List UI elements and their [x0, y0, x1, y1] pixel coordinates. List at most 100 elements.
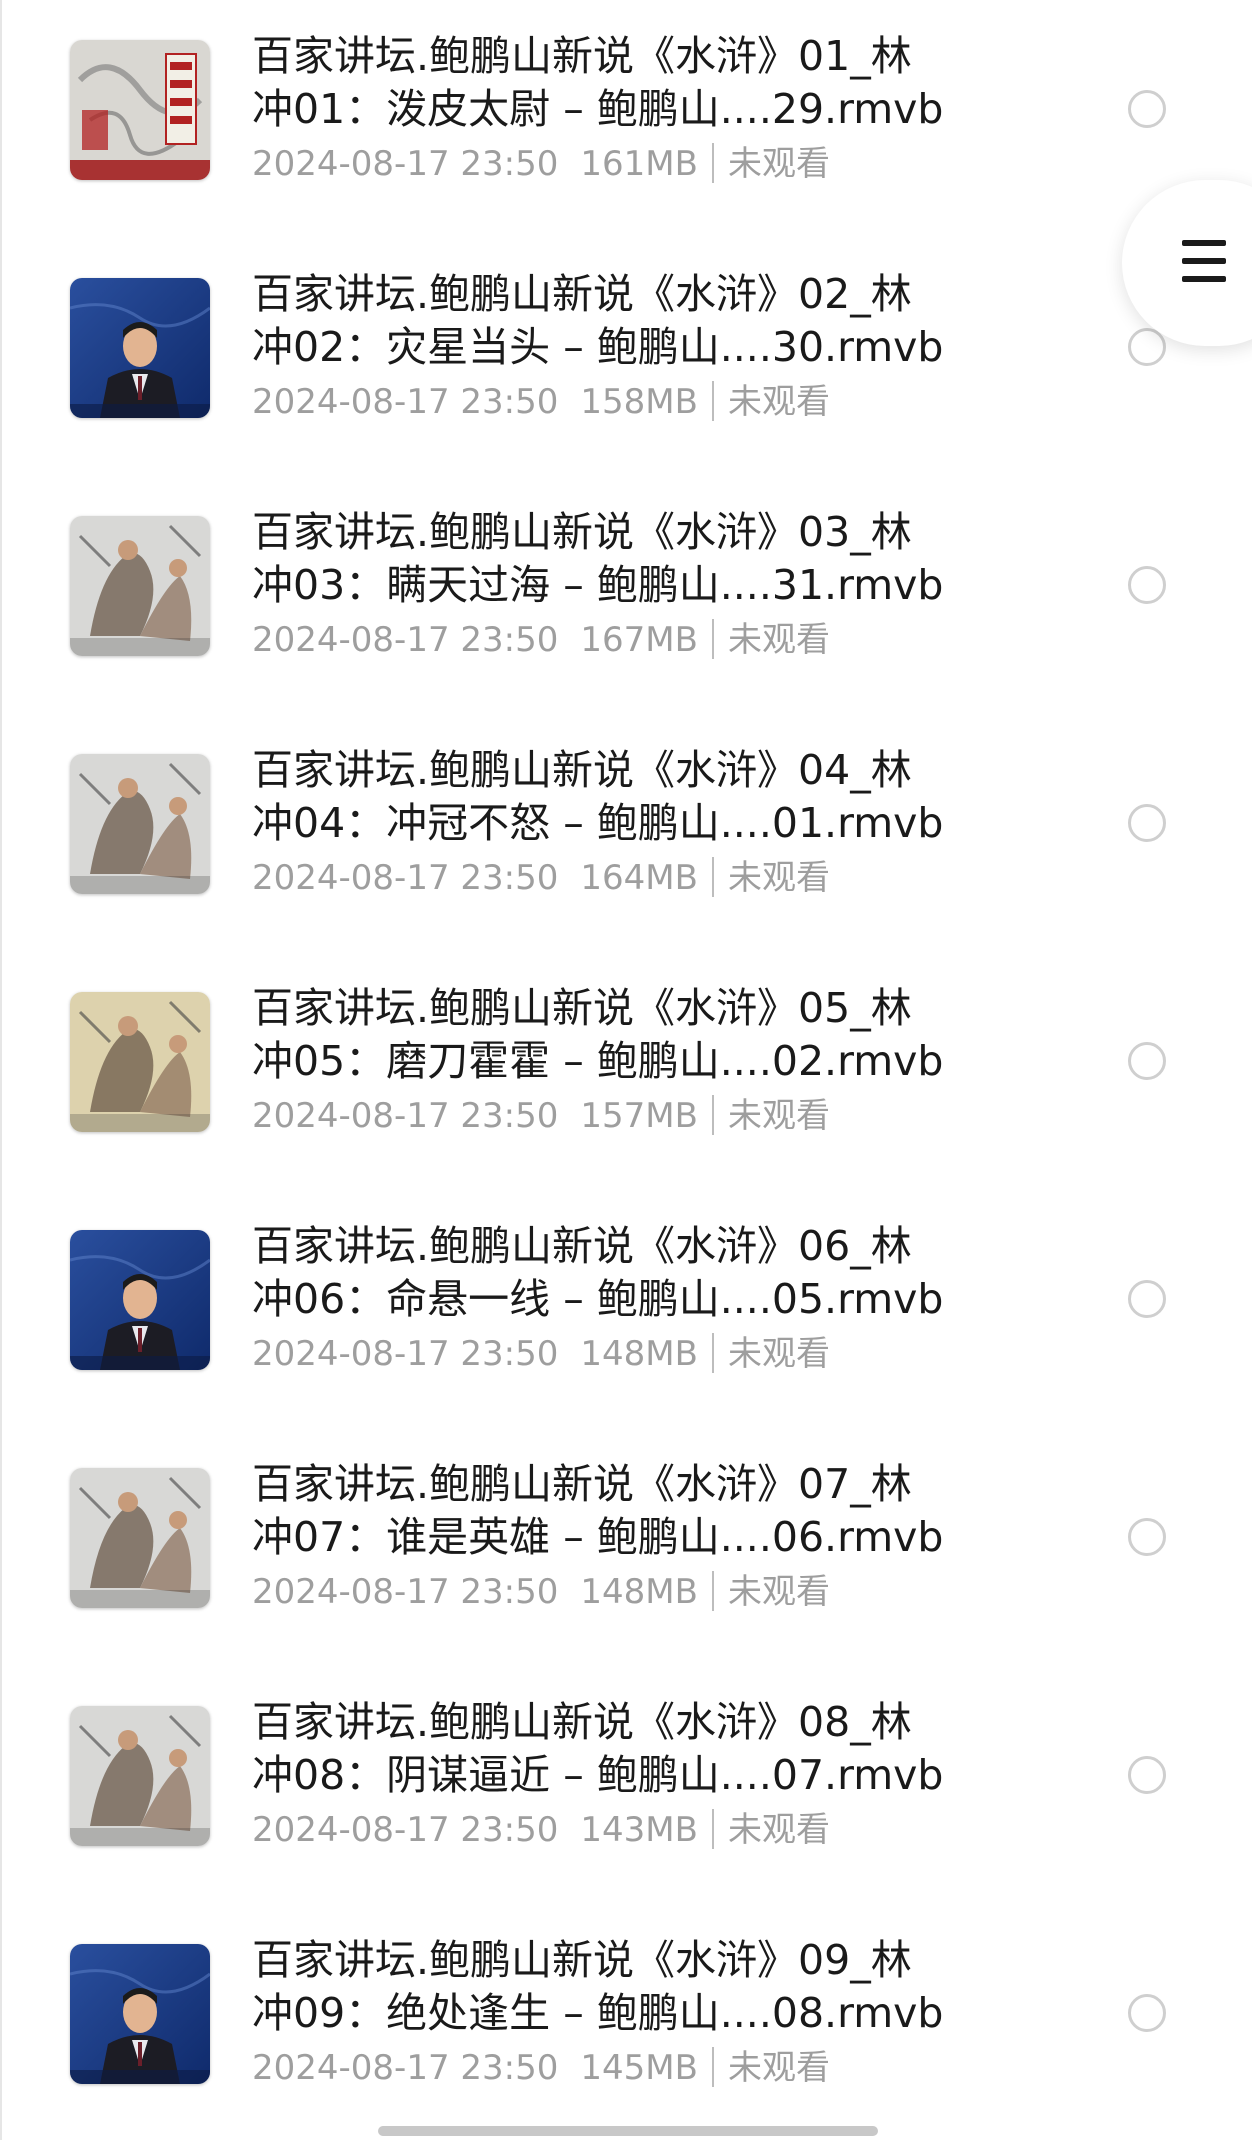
file-title: 百家讲坛.鲍鹏山新说《水浒》01_林 冲01：泼皮太尉 – 鲍鹏山....29.r… [252, 30, 1012, 136]
file-date: 2024-08-17 23:50 [252, 620, 559, 660]
file-meta: 2024-08-17 23:50 164MB 未观看 [252, 856, 830, 900]
file-meta: 2024-08-17 23:50 148MB 未观看 [252, 1570, 830, 1614]
watch-status: 未观看 [727, 144, 830, 184]
file-title-line1: 百家讲坛.鲍鹏山新说《水浒》05_林 [252, 984, 912, 1032]
file-date: 2024-08-17 23:50 [252, 858, 559, 898]
file-meta: 2024-08-17 23:50 148MB 未观看 [252, 1332, 830, 1376]
file-title-line2: 冲02：灾星当头 – 鲍鹏山....30.rmvb [252, 323, 944, 371]
file-title: 百家讲坛.鲍鹏山新说《水浒》06_林 冲06：命悬一线 – 鲍鹏山....05.r… [252, 1220, 1012, 1326]
video-thumbnail [70, 754, 210, 894]
file-title: 百家讲坛.鲍鹏山新说《水浒》08_林 冲08：阴谋逼近 – 鲍鹏山....07.r… [252, 1696, 1012, 1802]
file-meta: 2024-08-17 23:50 157MB 未观看 [252, 1094, 830, 1138]
meta-divider [711, 143, 714, 183]
watch-status: 未观看 [727, 1810, 830, 1850]
file-title-line1: 百家讲坛.鲍鹏山新说《水浒》07_林 [252, 1460, 912, 1508]
file-title-line1: 百家讲坛.鲍鹏山新说《水浒》01_林 [252, 32, 912, 80]
file-title: 百家讲坛.鲍鹏山新说《水浒》02_林 冲02：灾星当头 – 鲍鹏山....30.r… [252, 268, 1012, 374]
file-date: 2024-08-17 23:50 [252, 144, 559, 184]
file-meta: 2024-08-17 23:50 161MB 未观看 [252, 142, 830, 186]
video-thumbnail [70, 1230, 210, 1370]
video-thumbnail [70, 1944, 210, 2084]
file-title-line2: 冲07：谁是英雄 – 鲍鹏山....06.rmvb [252, 1513, 944, 1561]
file-row[interactable]: 百家讲坛.鲍鹏山新说《水浒》04_林 冲04：冲冠不怒 – 鲍鹏山....01.r… [0, 714, 1252, 952]
file-date: 2024-08-17 23:50 [252, 2048, 559, 2088]
file-title-line2: 冲04：冲冠不怒 – 鲍鹏山....01.rmvb [252, 799, 944, 847]
file-title-line2: 冲06：命悬一线 – 鲍鹏山....05.rmvb [252, 1275, 944, 1323]
file-title-line2: 冲09：绝处逢生 – 鲍鹏山....08.rmvb [252, 1989, 944, 2037]
watch-status: 未观看 [727, 2048, 830, 2088]
select-radio[interactable] [1128, 566, 1166, 604]
select-radio[interactable] [1128, 1280, 1166, 1318]
file-meta: 2024-08-17 23:50 167MB 未观看 [252, 618, 830, 662]
file-title-line2: 冲05：磨刀霍霍 – 鲍鹏山....02.rmvb [252, 1037, 944, 1085]
file-row[interactable]: 百家讲坛.鲍鹏山新说《水浒》05_林 冲05：磨刀霍霍 – 鲍鹏山....02.r… [0, 952, 1252, 1190]
file-date: 2024-08-17 23:50 [252, 1334, 559, 1374]
watch-status: 未观看 [727, 620, 830, 660]
file-title-line1: 百家讲坛.鲍鹏山新说《水浒》08_林 [252, 1698, 912, 1746]
select-radio[interactable] [1128, 804, 1166, 842]
select-radio[interactable] [1128, 1994, 1166, 2032]
select-radio[interactable] [1128, 1042, 1166, 1080]
select-radio[interactable] [1128, 1756, 1166, 1794]
meta-divider [711, 1333, 714, 1373]
file-date: 2024-08-17 23:50 [252, 382, 559, 422]
watch-status: 未观看 [727, 382, 830, 422]
file-size: 148MB [580, 1572, 698, 1612]
meta-divider [711, 619, 714, 659]
file-row[interactable]: 百家讲坛.鲍鹏山新说《水浒》03_林 冲03：瞒天过海 – 鲍鹏山....31.r… [0, 476, 1252, 714]
file-meta: 2024-08-17 23:50 158MB 未观看 [252, 380, 830, 424]
video-thumbnail [70, 516, 210, 656]
file-date: 2024-08-17 23:50 [252, 1096, 559, 1136]
watch-status: 未观看 [727, 1096, 830, 1136]
file-title-line1: 百家讲坛.鲍鹏山新说《水浒》02_林 [252, 270, 912, 318]
file-meta: 2024-08-17 23:50 145MB 未观看 [252, 2046, 830, 2090]
file-title: 百家讲坛.鲍鹏山新说《水浒》09_林 冲09：绝处逢生 – 鲍鹏山....08.r… [252, 1934, 1012, 2040]
meta-divider [711, 381, 714, 421]
file-title: 百家讲坛.鲍鹏山新说《水浒》07_林 冲07：谁是英雄 – 鲍鹏山....06.r… [252, 1458, 1012, 1564]
file-date: 2024-08-17 23:50 [252, 1572, 559, 1612]
file-title-line1: 百家讲坛.鲍鹏山新说《水浒》04_林 [252, 746, 912, 794]
meta-divider [711, 1571, 714, 1611]
file-row[interactable]: 百家讲坛.鲍鹏山新说《水浒》06_林 冲06：命悬一线 – 鲍鹏山....05.r… [0, 1190, 1252, 1428]
file-size: 143MB [580, 1810, 698, 1850]
video-thumbnail [70, 40, 210, 180]
meta-divider [711, 857, 714, 897]
meta-divider [711, 1095, 714, 1135]
file-title: 百家讲坛.鲍鹏山新说《水浒》03_林 冲03：瞒天过海 – 鲍鹏山....31.r… [252, 506, 1012, 612]
meta-divider [711, 2047, 714, 2087]
file-date: 2024-08-17 23:50 [252, 1810, 559, 1850]
watch-status: 未观看 [727, 858, 830, 898]
file-size: 167MB [580, 620, 698, 660]
file-row[interactable]: 百家讲坛.鲍鹏山新说《水浒》01_林 冲01：泼皮太尉 – 鲍鹏山....29.r… [0, 0, 1252, 238]
watch-status: 未观看 [727, 1572, 830, 1612]
file-title-line2: 冲08：阴谋逼近 – 鲍鹏山....07.rmvb [252, 1751, 944, 1799]
video-thumbnail [70, 992, 210, 1132]
video-thumbnail [70, 278, 210, 418]
watch-status: 未观看 [727, 1334, 830, 1374]
file-size: 157MB [580, 1096, 698, 1136]
file-row[interactable]: 百家讲坛.鲍鹏山新说《水浒》08_林 冲08：阴谋逼近 – 鲍鹏山....07.r… [0, 1666, 1252, 1904]
file-row[interactable]: 百家讲坛.鲍鹏山新说《水浒》09_林 冲09：绝处逢生 – 鲍鹏山....08.r… [0, 1904, 1252, 2142]
file-row[interactable]: 百家讲坛.鲍鹏山新说《水浒》07_林 冲07：谁是英雄 – 鲍鹏山....06.r… [0, 1428, 1252, 1666]
video-thumbnail [70, 1706, 210, 1846]
file-title: 百家讲坛.鲍鹏山新说《水浒》05_林 冲05：磨刀霍霍 – 鲍鹏山....02.r… [252, 982, 1012, 1088]
select-radio[interactable] [1128, 328, 1166, 366]
video-thumbnail [70, 1468, 210, 1608]
hamburger-menu-icon [1182, 240, 1226, 294]
file-row[interactable]: 百家讲坛.鲍鹏山新说《水浒》02_林 冲02：灾星当头 – 鲍鹏山....30.r… [0, 238, 1252, 476]
file-title-line2: 冲03：瞒天过海 – 鲍鹏山....31.rmvb [252, 561, 944, 609]
meta-divider [711, 1809, 714, 1849]
file-size: 158MB [580, 382, 698, 422]
file-size: 164MB [580, 858, 698, 898]
file-size: 148MB [580, 1334, 698, 1374]
file-title-line1: 百家讲坛.鲍鹏山新说《水浒》09_林 [252, 1936, 912, 1984]
home-indicator[interactable] [378, 2126, 878, 2136]
file-title-line1: 百家讲坛.鲍鹏山新说《水浒》03_林 [252, 508, 912, 556]
file-title-line2: 冲01：泼皮太尉 – 鲍鹏山....29.rmvb [252, 85, 944, 133]
file-meta: 2024-08-17 23:50 143MB 未观看 [252, 1808, 830, 1852]
file-size: 161MB [580, 144, 698, 184]
select-radio[interactable] [1128, 1518, 1166, 1556]
select-radio[interactable] [1128, 90, 1166, 128]
file-size: 145MB [580, 2048, 698, 2088]
file-title: 百家讲坛.鲍鹏山新说《水浒》04_林 冲04：冲冠不怒 – 鲍鹏山....01.r… [252, 744, 1012, 850]
